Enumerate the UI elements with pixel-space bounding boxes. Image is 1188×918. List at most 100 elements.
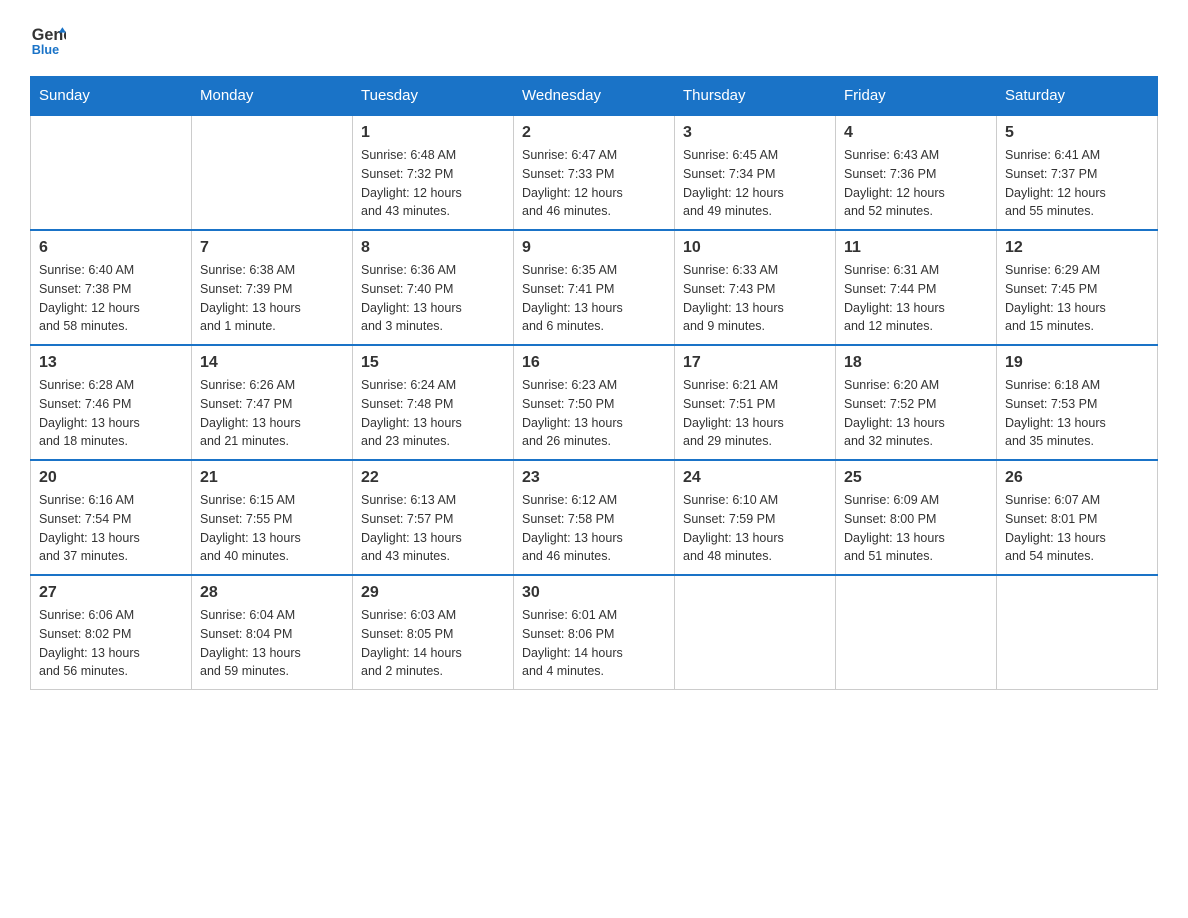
day-info: Sunrise: 6:43 AMSunset: 7:36 PMDaylight:… [844,146,988,221]
day-info: Sunrise: 6:35 AMSunset: 7:41 PMDaylight:… [522,261,666,336]
calendar-cell: 20 Sunrise: 6:16 AMSunset: 7:54 PMDayligh… [31,460,192,575]
calendar-cell: 5 Sunrise: 6:41 AMSunset: 7:37 PMDaylight… [997,115,1158,230]
day-info: Sunrise: 6:16 AMSunset: 7:54 PMDaylight:… [39,491,183,566]
day-info: Sunrise: 6:01 AMSunset: 8:06 PMDaylight:… [522,606,666,681]
svg-text:Blue: Blue [32,43,59,56]
day-number: 20 [39,469,183,487]
calendar-week-row: 27 Sunrise: 6:06 AMSunset: 8:02 PMDayligh… [31,575,1158,690]
calendar-cell: 12 Sunrise: 6:29 AMSunset: 7:45 PMDayligh… [997,230,1158,345]
svg-text:General: General [32,26,66,44]
calendar-cell: 3 Sunrise: 6:45 AMSunset: 7:34 PMDaylight… [675,115,836,230]
calendar-table: SundayMondayTuesdayWednesdayThursdayFrid… [30,76,1158,690]
calendar-week-row: 20 Sunrise: 6:16 AMSunset: 7:54 PMDayligh… [31,460,1158,575]
day-number: 2 [522,124,666,142]
day-info: Sunrise: 6:15 AMSunset: 7:55 PMDaylight:… [200,491,344,566]
calendar-week-row: 13 Sunrise: 6:28 AMSunset: 7:46 PMDayligh… [31,345,1158,460]
calendar-cell [192,115,353,230]
day-info: Sunrise: 6:29 AMSunset: 7:45 PMDaylight:… [1005,261,1149,336]
calendar-cell: 27 Sunrise: 6:06 AMSunset: 8:02 PMDayligh… [31,575,192,690]
calendar-cell: 19 Sunrise: 6:18 AMSunset: 7:53 PMDayligh… [997,345,1158,460]
calendar-cell: 22 Sunrise: 6:13 AMSunset: 7:57 PMDayligh… [353,460,514,575]
calendar-cell: 7Sunrise: 6:38 AMSunset: 7:39 PMDaylight… [192,230,353,345]
day-number: 11 [844,239,988,257]
day-number: 8 [361,239,505,257]
calendar-cell: 13 Sunrise: 6:28 AMSunset: 7:46 PMDayligh… [31,345,192,460]
calendar-cell [836,575,997,690]
day-number: 10 [683,239,827,257]
calendar-week-row: 6Sunrise: 6:40 AMSunset: 7:38 PMDaylight… [31,230,1158,345]
calendar-cell: 18 Sunrise: 6:20 AMSunset: 7:52 PMDayligh… [836,345,997,460]
day-number: 3 [683,124,827,142]
day-info: Sunrise: 6:09 AMSunset: 8:00 PMDaylight:… [844,491,988,566]
day-info: Sunrise: 6:31 AMSunset: 7:44 PMDaylight:… [844,261,988,336]
calendar-cell: 30 Sunrise: 6:01 AMSunset: 8:06 PMDayligh… [514,575,675,690]
calendar-cell: 28 Sunrise: 6:04 AMSunset: 8:04 PMDayligh… [192,575,353,690]
day-info: Sunrise: 6:33 AMSunset: 7:43 PMDaylight:… [683,261,827,336]
day-number: 29 [361,584,505,602]
calendar-cell [997,575,1158,690]
calendar-cell: 8Sunrise: 6:36 AMSunset: 7:40 PMDaylight… [353,230,514,345]
header-thursday: Thursday [675,77,836,116]
day-number: 15 [361,354,505,372]
day-info: Sunrise: 6:04 AMSunset: 8:04 PMDaylight:… [200,606,344,681]
day-info: Sunrise: 6:26 AMSunset: 7:47 PMDaylight:… [200,376,344,451]
day-number: 9 [522,239,666,257]
day-info: Sunrise: 6:41 AMSunset: 7:37 PMDaylight:… [1005,146,1149,221]
day-info: Sunrise: 6:10 AMSunset: 7:59 PMDaylight:… [683,491,827,566]
calendar-cell: 26Sunrise: 6:07 AMSunset: 8:01 PMDayligh… [997,460,1158,575]
day-number: 16 [522,354,666,372]
day-number: 1 [361,124,505,142]
calendar-cell: 24 Sunrise: 6:10 AMSunset: 7:59 PMDayligh… [675,460,836,575]
day-number: 12 [1005,239,1149,257]
day-number: 14 [200,354,344,372]
calendar-cell [675,575,836,690]
day-info: Sunrise: 6:24 AMSunset: 7:48 PMDaylight:… [361,376,505,451]
day-info: Sunrise: 6:48 AMSunset: 7:32 PMDaylight:… [361,146,505,221]
calendar-cell: 16 Sunrise: 6:23 AMSunset: 7:50 PMDayligh… [514,345,675,460]
day-info: Sunrise: 6:18 AMSunset: 7:53 PMDaylight:… [1005,376,1149,451]
header-friday: Friday [836,77,997,116]
day-number: 18 [844,354,988,372]
day-info: Sunrise: 6:06 AMSunset: 8:02 PMDaylight:… [39,606,183,681]
day-info: Sunrise: 6:40 AMSunset: 7:38 PMDaylight:… [39,261,183,336]
day-info: Sunrise: 6:21 AMSunset: 7:51 PMDaylight:… [683,376,827,451]
calendar-week-row: 1 Sunrise: 6:48 AMSunset: 7:32 PMDaylight… [31,115,1158,230]
header-wednesday: Wednesday [514,77,675,116]
calendar-cell: 11 Sunrise: 6:31 AMSunset: 7:44 PMDayligh… [836,230,997,345]
day-number: 25 [844,469,988,487]
calendar-cell: 25 Sunrise: 6:09 AMSunset: 8:00 PMDayligh… [836,460,997,575]
day-number: 5 [1005,124,1149,142]
calendar-header-row: SundayMondayTuesdayWednesdayThursdayFrid… [31,77,1158,116]
day-number: 19 [1005,354,1149,372]
day-info: Sunrise: 6:45 AMSunset: 7:34 PMDaylight:… [683,146,827,221]
header-tuesday: Tuesday [353,77,514,116]
day-info: Sunrise: 6:13 AMSunset: 7:57 PMDaylight:… [361,491,505,566]
day-number: 21 [200,469,344,487]
calendar-cell: 6Sunrise: 6:40 AMSunset: 7:38 PMDaylight… [31,230,192,345]
day-info: Sunrise: 6:12 AMSunset: 7:58 PMDaylight:… [522,491,666,566]
header-sunday: Sunday [31,77,192,116]
day-number: 30 [522,584,666,602]
day-info: Sunrise: 6:47 AMSunset: 7:33 PMDaylight:… [522,146,666,221]
calendar-cell: 9 Sunrise: 6:35 AMSunset: 7:41 PMDaylight… [514,230,675,345]
day-number: 17 [683,354,827,372]
day-number: 27 [39,584,183,602]
day-info: Sunrise: 6:23 AMSunset: 7:50 PMDaylight:… [522,376,666,451]
header-saturday: Saturday [997,77,1158,116]
day-number: 13 [39,354,183,372]
day-number: 28 [200,584,344,602]
calendar-cell: 2 Sunrise: 6:47 AMSunset: 7:33 PMDaylight… [514,115,675,230]
day-number: 22 [361,469,505,487]
header-monday: Monday [192,77,353,116]
day-info: Sunrise: 6:20 AMSunset: 7:52 PMDaylight:… [844,376,988,451]
logo-icon: General Blue [30,20,66,56]
day-number: 4 [844,124,988,142]
day-number: 24 [683,469,827,487]
day-info: Sunrise: 6:28 AMSunset: 7:46 PMDaylight:… [39,376,183,451]
day-info: Sunrise: 6:03 AMSunset: 8:05 PMDaylight:… [361,606,505,681]
page-header: General Blue [30,20,1158,56]
calendar-cell: 14 Sunrise: 6:26 AMSunset: 7:47 PMDayligh… [192,345,353,460]
calendar-cell: 21 Sunrise: 6:15 AMSunset: 7:55 PMDayligh… [192,460,353,575]
day-number: 23 [522,469,666,487]
calendar-cell: 15 Sunrise: 6:24 AMSunset: 7:48 PMDayligh… [353,345,514,460]
